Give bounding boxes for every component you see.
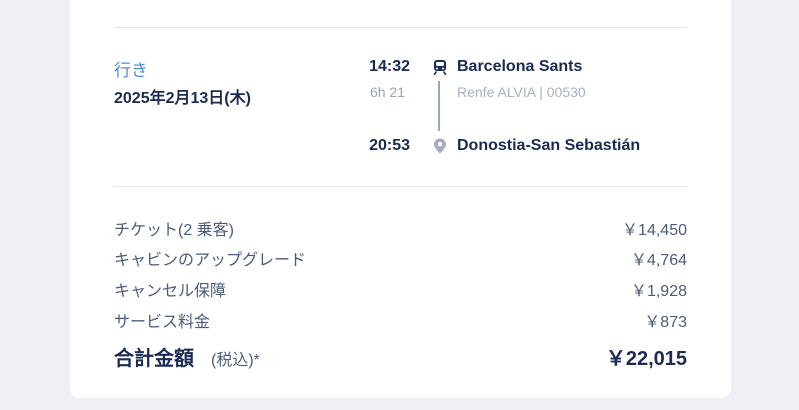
trip-duration: 6h 21 bbox=[369, 84, 405, 100]
location-pin-icon bbox=[434, 138, 446, 154]
price-row-cancellation: キャンセル保障 ￥1,928 bbox=[114, 277, 687, 301]
departure-station: Barcelona Sants bbox=[457, 58, 583, 75]
total-label: 合計金額 bbox=[114, 348, 194, 370]
divider bbox=[114, 27, 687, 28]
arrival-time: 20:53 bbox=[369, 137, 410, 154]
price-total-row: 合計金額 (税込)* ￥22,015 bbox=[114, 342, 687, 370]
price-row-cabin-upgrade: キャビンのアップグレード ￥4,764 bbox=[114, 246, 687, 270]
price-row-tickets: チケット(2 乗客) ￥14,450 bbox=[114, 216, 687, 240]
price-label: キャンセル保障 bbox=[114, 283, 227, 300]
tax-note: (税込)* bbox=[211, 352, 260, 369]
departure-time: 14:32 bbox=[369, 58, 410, 75]
price-amount: ￥14,450 bbox=[622, 222, 687, 239]
travel-date: 2025年2月13日(木) bbox=[114, 90, 251, 107]
timeline-connector bbox=[438, 81, 440, 131]
price-amount: ￥4,764 bbox=[630, 252, 687, 269]
direction-label: 行き bbox=[114, 61, 148, 80]
price-label: キャビンのアップグレード bbox=[114, 252, 307, 269]
train-icon bbox=[433, 60, 447, 75]
booking-summary-card: 行き 2025年2月13日(木) 14:32 6h 21 20:53 Barce… bbox=[70, 0, 731, 398]
arrival-station: Donostia-San Sebastián bbox=[457, 137, 641, 154]
train-service: Renfe ALVIA | 00530 bbox=[457, 84, 586, 100]
total-amount: ￥22,015 bbox=[605, 348, 687, 370]
price-label: チケット(2 乗客) bbox=[114, 222, 235, 239]
price-amount: ￥1,928 bbox=[630, 283, 687, 300]
price-amount: ￥873 bbox=[644, 314, 687, 331]
divider bbox=[114, 186, 687, 187]
price-row-service-fee: サービス料金 ￥873 bbox=[114, 308, 687, 332]
price-label: サービス料金 bbox=[114, 314, 211, 331]
